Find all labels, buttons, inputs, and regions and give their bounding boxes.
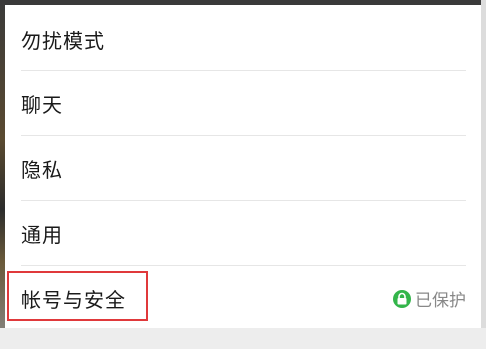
lock-icon	[393, 289, 411, 308]
menu-item-label: 勿扰模式	[21, 29, 105, 53]
menu-item-do-not-disturb[interactable]: 勿扰模式	[5, 7, 481, 72]
menu-item-label: 通用	[21, 223, 63, 247]
menu-item-chat[interactable]: 聊天	[5, 71, 481, 136]
menu-item-label: 隐私	[21, 158, 63, 182]
menu-item-privacy[interactable]: 隐私	[5, 136, 481, 201]
menu-item-general[interactable]: 通用	[5, 201, 481, 266]
highlight-annotation-box	[7, 271, 148, 321]
security-status: 已保护	[393, 286, 466, 311]
security-status-text: 已保护	[415, 291, 466, 311]
background-strip-right	[481, 0, 486, 349]
background-bottom-area	[0, 328, 486, 349]
menu-item-label: 聊天	[21, 93, 63, 117]
settings-menu-panel: 勿扰模式 聊天 隐私 通用 帐号与安全 已保护	[5, 5, 481, 328]
